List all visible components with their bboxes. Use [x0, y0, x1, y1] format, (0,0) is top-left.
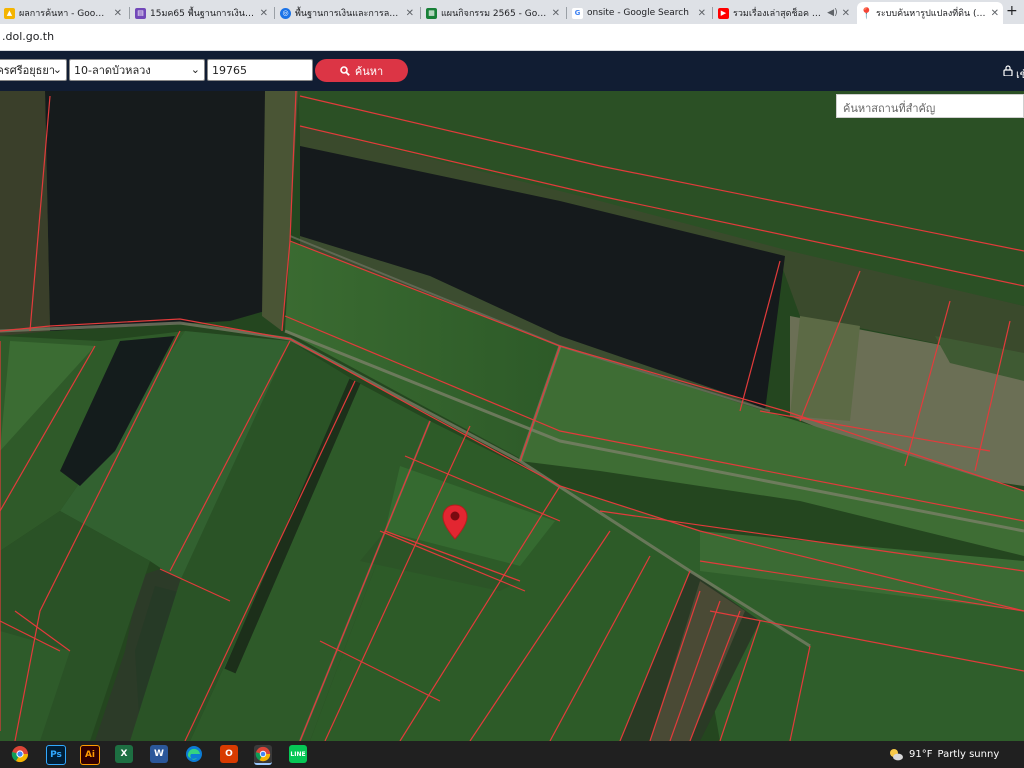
login-link[interactable]: เข้าสู่ระบบ: [1016, 65, 1024, 83]
tab-google-drive[interactable]: ▲ ผลการค้นหา - Google ไดรฟ์ ✕: [0, 2, 126, 24]
tab-doc[interactable]: ▤ 15มค65 พื้นฐานการเงินและการ... ✕: [131, 2, 272, 24]
drive-icon: ▲: [4, 7, 15, 19]
sheets-icon: ▦: [426, 7, 437, 19]
parcel-number-value: 19765: [212, 63, 247, 77]
close-icon[interactable]: ✕: [842, 8, 850, 19]
new-tab-button[interactable]: +: [1006, 3, 1018, 19]
line-icon[interactable]: LINE: [289, 745, 307, 763]
chevron-down-icon: ⌄: [52, 63, 62, 76]
tab-youtube[interactable]: ▶ รวมเรื่องเล่าสุดช็อค วันจันทร์ ◀) ✕: [714, 2, 854, 24]
place-search-input[interactable]: ค้นหาสถานที่สำคัญ: [836, 94, 1024, 118]
close-icon[interactable]: ✕: [114, 8, 122, 19]
chrome-icon[interactable]: [11, 745, 29, 763]
weather-condition: Partly sunny: [937, 748, 1000, 760]
url-text[interactable]: .dol.go.th: [2, 30, 54, 43]
speaker-icon[interactable]: ◀): [827, 8, 837, 18]
office-icon[interactable]: O: [220, 745, 238, 763]
close-icon[interactable]: ✕: [260, 8, 268, 19]
tab-title: 15มค65 พื้นฐานการเงินและการ...: [150, 9, 256, 19]
lock-icon[interactable]: [1003, 65, 1013, 76]
google-icon: G: [572, 7, 583, 19]
tab-title: onsite - Google Search: [587, 8, 689, 18]
site-search-header: พระนครศรีอยุธยา ⌄ 10-ลาดบัวหลวง ⌄ 19765 …: [0, 51, 1024, 91]
search-button[interactable]: ค้นหา: [315, 59, 408, 82]
province-value: พระนครศรีอยุธยา: [0, 64, 55, 77]
tab-title: ผลการค้นหา - Google ไดรฟ์: [19, 9, 110, 19]
parcel-number-input[interactable]: 19765: [207, 59, 313, 81]
close-icon[interactable]: ✕: [406, 8, 414, 19]
edge-icon[interactable]: [185, 745, 203, 763]
province-select[interactable]: พระนครศรีอยุธยา ⌄: [0, 59, 67, 81]
excel-icon[interactable]: X: [115, 745, 133, 763]
amphoe-value: 10-ลาดบัวหลวง: [74, 64, 151, 77]
windows-taskbar: Ps Ai X W O LINE 91°F Partly sunny: [0, 741, 1024, 768]
tab-title: พื้นฐานการเงินและการลงทุน - Flip...: [295, 9, 402, 19]
weather-widget[interactable]: 91°F Partly sunny: [888, 747, 999, 761]
map-pin-icon: 📍: [859, 6, 874, 20]
chevron-down-icon: ⌄: [190, 63, 200, 76]
tab-flipbook[interactable]: ◎ พื้นฐานการเงินและการลงทุน - Flip... ✕: [276, 2, 418, 24]
place-search-placeholder: ค้นหาสถานที่สำคัญ: [843, 102, 936, 115]
search-icon: [340, 65, 350, 76]
amphoe-select[interactable]: 10-ลาดบัวหลวง ⌄: [69, 59, 205, 81]
tab-landsmaps[interactable]: 📍 ระบบค้นหารูปแปลงที่ดิน (LandsMaps) ✕: [857, 2, 1003, 24]
pond: [45, 91, 280, 331]
weather-temperature: 91°F: [909, 748, 933, 760]
partly-sunny-icon: [890, 749, 903, 761]
close-icon[interactable]: ✕: [552, 8, 560, 19]
tab-title: ระบบค้นหารูปแปลงที่ดิน (LandsMaps): [876, 9, 987, 19]
address-bar[interactable]: .dol.go.th: [0, 24, 1024, 51]
doc-icon: ▤: [135, 7, 146, 19]
map-marker-icon[interactable]: [442, 504, 468, 540]
youtube-icon: ▶: [718, 7, 729, 19]
map-canvas[interactable]: [0, 91, 1024, 741]
tab-title: รวมเรื่องเล่าสุดช็อค วันจันทร์: [733, 9, 824, 19]
photoshop-icon[interactable]: Ps: [46, 745, 66, 765]
tab-sheets[interactable]: ▦ แผนกิจกรรม 2565 - Google... ✕: [422, 2, 564, 24]
chrome-active-icon[interactable]: [254, 745, 272, 765]
tab-title: แผนกิจกรรม 2565 - Google...: [441, 9, 548, 19]
browser-tab-strip: ▲ ผลการค้นหา - Google ไดรฟ์ ✕ ▤ 15มค65 พ…: [0, 0, 1024, 24]
tab-google-search[interactable]: G onsite - Google Search ✕: [568, 2, 710, 24]
close-icon[interactable]: ✕: [698, 8, 706, 19]
satellite-map[interactable]: ค้นหาสถานที่สำคัญ: [0, 91, 1024, 741]
illustrator-icon[interactable]: Ai: [80, 745, 100, 765]
search-button-label: ค้นหา: [354, 64, 384, 78]
word-icon[interactable]: W: [150, 745, 168, 763]
close-icon[interactable]: ✕: [991, 8, 999, 19]
globe-icon: ◎: [280, 7, 291, 19]
